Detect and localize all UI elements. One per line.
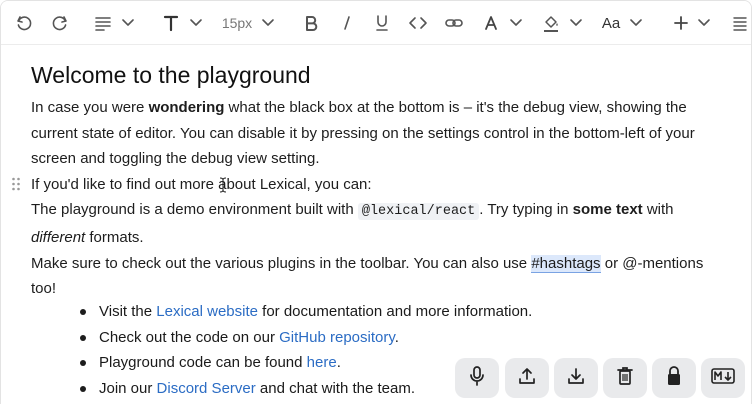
bold-text: some text bbox=[572, 201, 643, 219]
italic-text: different bbox=[31, 228, 86, 246]
text-run: The playground is a demo environment bui… bbox=[31, 201, 358, 219]
plus-icon[interactable] bbox=[671, 11, 691, 35]
font-color-icon[interactable] bbox=[481, 11, 501, 35]
clear-button[interactable] bbox=[603, 358, 647, 398]
editor-shell: 15px Aa Welcome to the playground In cas… bbox=[0, 0, 752, 404]
export-button[interactable] bbox=[554, 358, 598, 398]
playground-code-link[interactable]: here bbox=[307, 354, 337, 371]
paragraph-demo: The playground is a demo environment bui… bbox=[31, 197, 731, 250]
bold-icon[interactable] bbox=[301, 11, 321, 35]
text-format-label: Aa bbox=[601, 14, 621, 32]
text-run: Join our bbox=[99, 379, 157, 397]
chevron-down-icon[interactable] bbox=[189, 15, 203, 33]
underline-icon[interactable] bbox=[372, 11, 392, 35]
paragraph-icon[interactable] bbox=[93, 11, 113, 35]
text-run: and chat with the team. bbox=[255, 379, 416, 397]
content-editable[interactable]: Welcome to the playground In case you we… bbox=[31, 59, 731, 302]
align-left-icon[interactable] bbox=[731, 11, 749, 35]
chevron-down-icon[interactable] bbox=[121, 15, 135, 33]
trash-icon bbox=[616, 366, 634, 391]
text-run: for documentation and more information. bbox=[257, 303, 533, 320]
lock-icon bbox=[665, 365, 683, 392]
redo-icon[interactable] bbox=[49, 11, 71, 35]
undo-icon[interactable] bbox=[13, 11, 35, 35]
chevron-down-icon[interactable] bbox=[509, 15, 523, 33]
paragraph-find-out: If you'd like to find out more about Lex… bbox=[31, 175, 372, 193]
font-size-select[interactable]: 15px bbox=[219, 11, 255, 35]
page-title: Welcome to the playground bbox=[31, 62, 311, 88]
import-button[interactable] bbox=[505, 358, 549, 398]
upload-icon bbox=[517, 366, 537, 391]
lexical-website-link[interactable]: Lexical website bbox=[156, 303, 258, 320]
text-run: formats. bbox=[85, 228, 144, 246]
drag-handle-icon[interactable] bbox=[11, 177, 21, 191]
background-color-icon[interactable] bbox=[541, 11, 561, 35]
microphone-icon bbox=[467, 365, 487, 392]
discord-server-link[interactable]: Discord Server bbox=[157, 380, 256, 397]
text-run: In case you were bbox=[31, 99, 149, 116]
list-item: Visit the Lexical website for documentat… bbox=[79, 299, 533, 325]
font-size-value: 15px bbox=[221, 15, 253, 31]
font-family-icon[interactable] bbox=[161, 11, 181, 35]
paragraph-plugins: Make sure to check out the various plugi… bbox=[31, 251, 731, 302]
italic-icon[interactable] bbox=[337, 11, 357, 35]
chevron-down-icon[interactable] bbox=[569, 15, 583, 33]
download-icon bbox=[566, 366, 586, 391]
bold-text: wondering bbox=[148, 99, 225, 116]
list-item: Check out the code on our GitHub reposit… bbox=[79, 325, 532, 351]
speech-to-text-button[interactable] bbox=[455, 358, 499, 398]
text-cursor-icon bbox=[219, 177, 227, 198]
link-icon[interactable] bbox=[443, 11, 465, 35]
code-icon[interactable] bbox=[407, 11, 429, 35]
text-run: Visit the bbox=[99, 303, 157, 320]
github-repository-link[interactable]: GitHub repository bbox=[279, 329, 395, 346]
text-run: . Try typing in bbox=[479, 201, 573, 219]
text-run: Playground code can be found bbox=[99, 354, 307, 372]
chevron-down-icon[interactable] bbox=[629, 15, 643, 33]
text-run: Check out the code on our bbox=[99, 328, 280, 346]
text-format-dropdown[interactable]: Aa bbox=[599, 11, 623, 35]
paragraph-intro: In case you were wondering what the blac… bbox=[31, 95, 731, 172]
markdown-icon bbox=[711, 367, 735, 389]
markdown-button[interactable] bbox=[701, 358, 745, 398]
lock-button[interactable] bbox=[652, 358, 696, 398]
text-run: . bbox=[394, 328, 399, 346]
text-run: . bbox=[336, 354, 341, 372]
chevron-down-icon[interactable] bbox=[261, 15, 275, 33]
text-run: with bbox=[642, 201, 674, 219]
toolbar: 15px Aa bbox=[1, 1, 751, 45]
chevron-down-icon[interactable] bbox=[697, 15, 711, 33]
inline-code: @lexical/react bbox=[357, 203, 480, 221]
text-run: Make sure to check out the various plugi… bbox=[31, 254, 532, 272]
hashtag[interactable]: #hashtags bbox=[531, 254, 601, 273]
